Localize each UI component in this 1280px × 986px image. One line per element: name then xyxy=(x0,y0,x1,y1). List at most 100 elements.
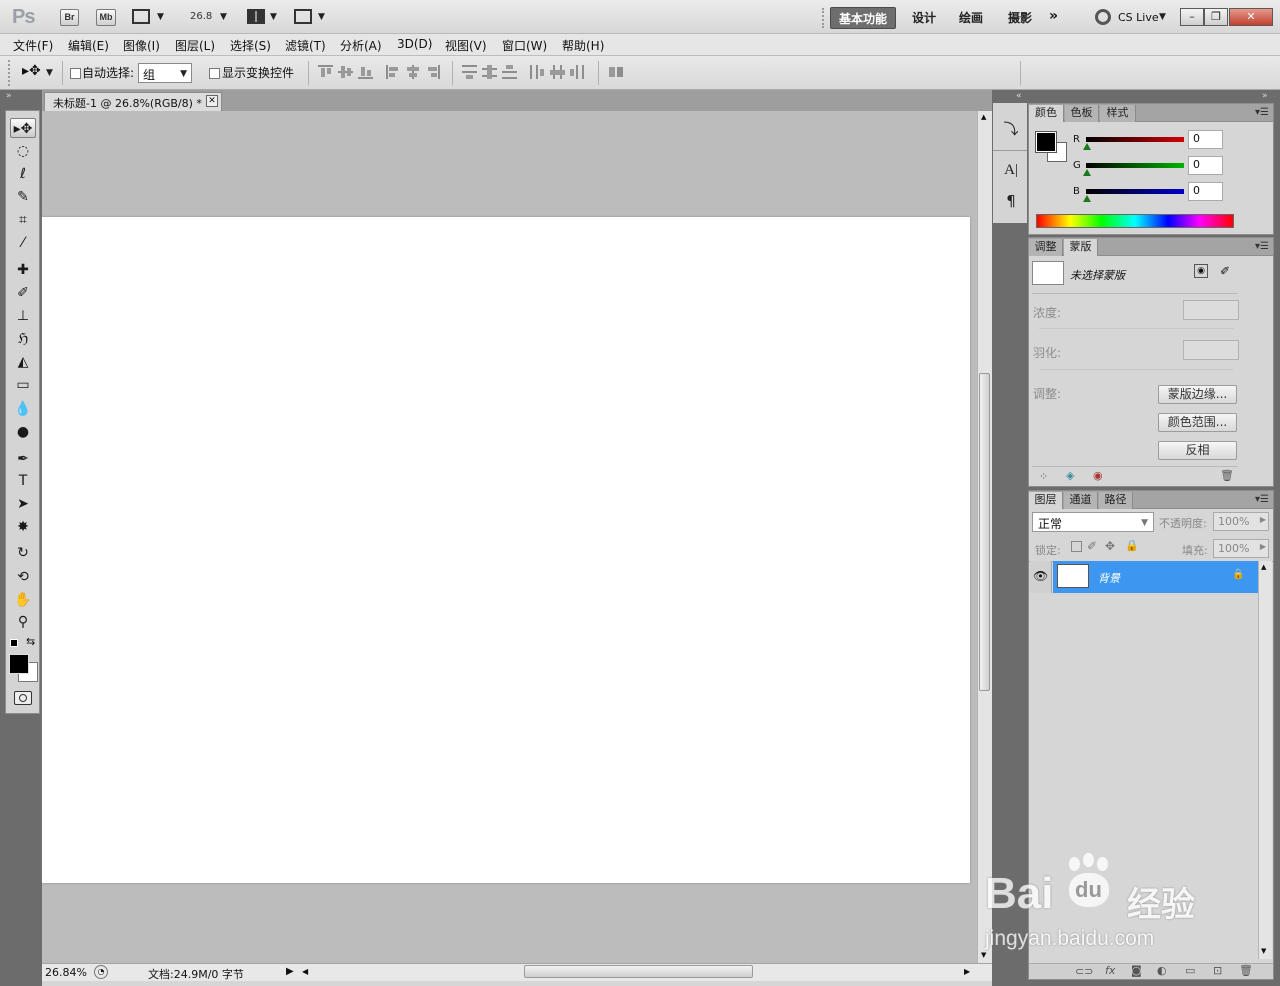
tab-paths[interactable]: 路径 xyxy=(1099,492,1133,509)
lock-image-icon[interactable]: ✐ xyxy=(1087,539,1097,553)
path-select-tool[interactable]: ➤ xyxy=(10,494,36,514)
align-vertical-center-icon[interactable] xyxy=(338,65,353,79)
zoom-tool[interactable]: ⚲ xyxy=(10,612,36,632)
workspace-painting-button[interactable]: 绘画 xyxy=(951,7,991,29)
quick-mask-icon[interactable] xyxy=(14,691,32,705)
panel-menu-icon[interactable]: ▾☰ xyxy=(1255,107,1269,118)
chevron-down-icon[interactable]: ▼ xyxy=(157,12,164,22)
color-range-button[interactable]: 颜色范围... xyxy=(1158,413,1237,432)
default-colors-icon[interactable] xyxy=(10,639,18,647)
restore-button[interactable]: ❐ xyxy=(1204,8,1228,26)
auto-select-dropdown[interactable]: 组 ▼ xyxy=(138,63,192,83)
scroll-down-icon[interactable]: ▼ xyxy=(1261,947,1266,955)
align-right-icon[interactable] xyxy=(426,65,441,79)
chevron-down-icon[interactable]: ▼ xyxy=(46,68,53,78)
distribute-left-icon[interactable] xyxy=(530,65,545,79)
vertical-scroll-thumb[interactable] xyxy=(979,373,990,691)
brush-tool[interactable]: ✐ xyxy=(10,283,36,303)
channel-g-slider[interactable] xyxy=(1086,163,1184,168)
align-horizontal-center-icon[interactable] xyxy=(406,65,421,79)
status-menu-arrow-icon[interactable]: ▶ xyxy=(286,966,294,977)
delete-mask-icon[interactable]: 🗑 xyxy=(1220,469,1234,482)
channel-g-handle[interactable] xyxy=(1083,169,1091,176)
chevron-down-icon[interactable]: ▼ xyxy=(220,12,227,22)
collapse-panels-icon[interactable]: » xyxy=(1262,91,1268,101)
menu-analysis[interactable]: 分析(A) xyxy=(340,37,382,54)
status-info-icon[interactable]: ◔ xyxy=(94,965,108,979)
color-fg-swatch[interactable] xyxy=(1035,131,1057,153)
channel-b-slider[interactable] xyxy=(1086,189,1184,194)
quick-select-tool[interactable]: ✎ xyxy=(10,187,36,207)
document-canvas[interactable] xyxy=(42,217,970,883)
tab-styles[interactable]: 样式 xyxy=(1100,105,1136,122)
chevron-right-icon[interactable]: ▶ xyxy=(1260,542,1266,551)
3d-rotate-tool[interactable]: ↻ xyxy=(10,543,36,563)
menu-image[interactable]: 图像(I) xyxy=(123,37,160,54)
menu-view[interactable]: 视图(V) xyxy=(445,37,487,54)
layer-style-icon[interactable]: fx xyxy=(1105,964,1115,977)
mini-bridge-button[interactable]: Mb xyxy=(96,9,116,26)
chevron-down-icon[interactable]: ▼ xyxy=(270,12,277,22)
lock-transparent-icon[interactable] xyxy=(1071,541,1082,552)
swap-colors-icon[interactable]: ⇆ xyxy=(26,635,35,648)
options-grip[interactable] xyxy=(8,60,12,86)
feather-slider[interactable] xyxy=(1039,369,1234,370)
adjustment-layer-icon[interactable]: ◐ xyxy=(1157,964,1167,977)
panel-menu-icon[interactable]: ▾☰ xyxy=(1255,241,1269,252)
tab-layers[interactable]: 图层 xyxy=(1029,492,1063,509)
layers-scrollbar[interactable]: ▲ ▼ xyxy=(1258,561,1272,959)
lock-all-icon[interactable]: 🔒 xyxy=(1125,539,1139,552)
panel-menu-icon[interactable]: ▾☰ xyxy=(1255,494,1269,505)
tab-adjustments[interactable]: 调整 xyxy=(1029,239,1063,256)
bridge-button[interactable]: Br xyxy=(60,9,79,26)
align-bottom-icon[interactable] xyxy=(358,65,373,79)
horizontal-scroll-thumb[interactable] xyxy=(524,965,753,978)
menu-select[interactable]: 选择(S) xyxy=(230,37,271,54)
paragraph-panel-icon[interactable]: ¶ xyxy=(1002,192,1020,212)
channel-b-handle[interactable] xyxy=(1083,195,1091,202)
tab-masks[interactable]: 蒙版 xyxy=(1064,239,1098,256)
menu-3d[interactable]: 3D(D) xyxy=(397,37,432,51)
disable-mask-icon[interactable]: ◉ xyxy=(1093,469,1103,482)
new-group-icon[interactable]: ▭ xyxy=(1185,964,1195,977)
dodge-tool[interactable]: ● xyxy=(10,422,36,442)
channel-r-value[interactable]: 0 xyxy=(1188,130,1223,149)
document-tab[interactable]: 未标题-1 @ 26.8%(RGB/8) * xyxy=(44,92,222,111)
auto-select-checkbox[interactable] xyxy=(70,68,81,79)
scroll-right-icon[interactable]: ▶ xyxy=(964,967,970,976)
distribute-horizontal-center-icon[interactable] xyxy=(550,65,565,79)
lasso-tool[interactable]: ℓ xyxy=(10,164,36,184)
workspace-essentials-button[interactable]: 基本功能 xyxy=(830,7,897,29)
zoom-level-display[interactable]: 26.8 xyxy=(190,11,212,22)
opacity-field[interactable]: 100% ▶ xyxy=(1213,512,1269,531)
eraser-tool[interactable]: ◭ xyxy=(10,352,36,372)
blend-mode-dropdown[interactable]: 正常 ▼ xyxy=(1032,512,1154,532)
zoom-percent[interactable]: 26.84% xyxy=(45,966,87,979)
pen-tool[interactable]: ✒ xyxy=(10,449,36,469)
view-extras-icon[interactable] xyxy=(132,9,150,24)
history-panel-icon[interactable]: ⤵ xyxy=(1002,118,1020,138)
chevron-right-icon[interactable]: ▶ xyxy=(1260,515,1266,524)
cs-live-icon[interactable] xyxy=(1095,9,1111,25)
feather-field[interactable] xyxy=(1183,340,1239,360)
auto-align-layers-icon[interactable] xyxy=(608,65,624,79)
menu-file[interactable]: 文件(F) xyxy=(13,37,53,54)
link-layers-icon[interactable]: ⊂⊃ xyxy=(1075,965,1093,978)
channel-r-slider[interactable] xyxy=(1086,137,1184,142)
history-brush-tool[interactable]: ℌ xyxy=(10,329,36,349)
cs-live-button[interactable]: CS Live xyxy=(1118,11,1159,24)
workspace-photography-button[interactable]: 摄影 xyxy=(1000,7,1040,29)
color-spectrum-ramp[interactable] xyxy=(1036,214,1234,228)
show-transform-checkbox[interactable] xyxy=(209,68,220,79)
layer-name[interactable]: 背景 xyxy=(1098,570,1120,586)
crop-tool[interactable]: ⌗ xyxy=(10,210,36,230)
menu-window[interactable]: 窗口(W) xyxy=(502,37,547,54)
fill-field[interactable]: 100% ▶ xyxy=(1213,539,1269,558)
density-slider[interactable] xyxy=(1039,328,1234,329)
load-selection-icon[interactable]: ⁘ xyxy=(1039,470,1048,483)
new-layer-icon[interactable]: ⊡ xyxy=(1213,964,1222,977)
invert-button[interactable]: 反相 xyxy=(1158,441,1237,460)
distribute-top-icon[interactable] xyxy=(462,65,477,79)
gradient-tool[interactable]: ▭ xyxy=(10,375,36,395)
more-workspaces-icon[interactable]: » xyxy=(1049,8,1058,24)
